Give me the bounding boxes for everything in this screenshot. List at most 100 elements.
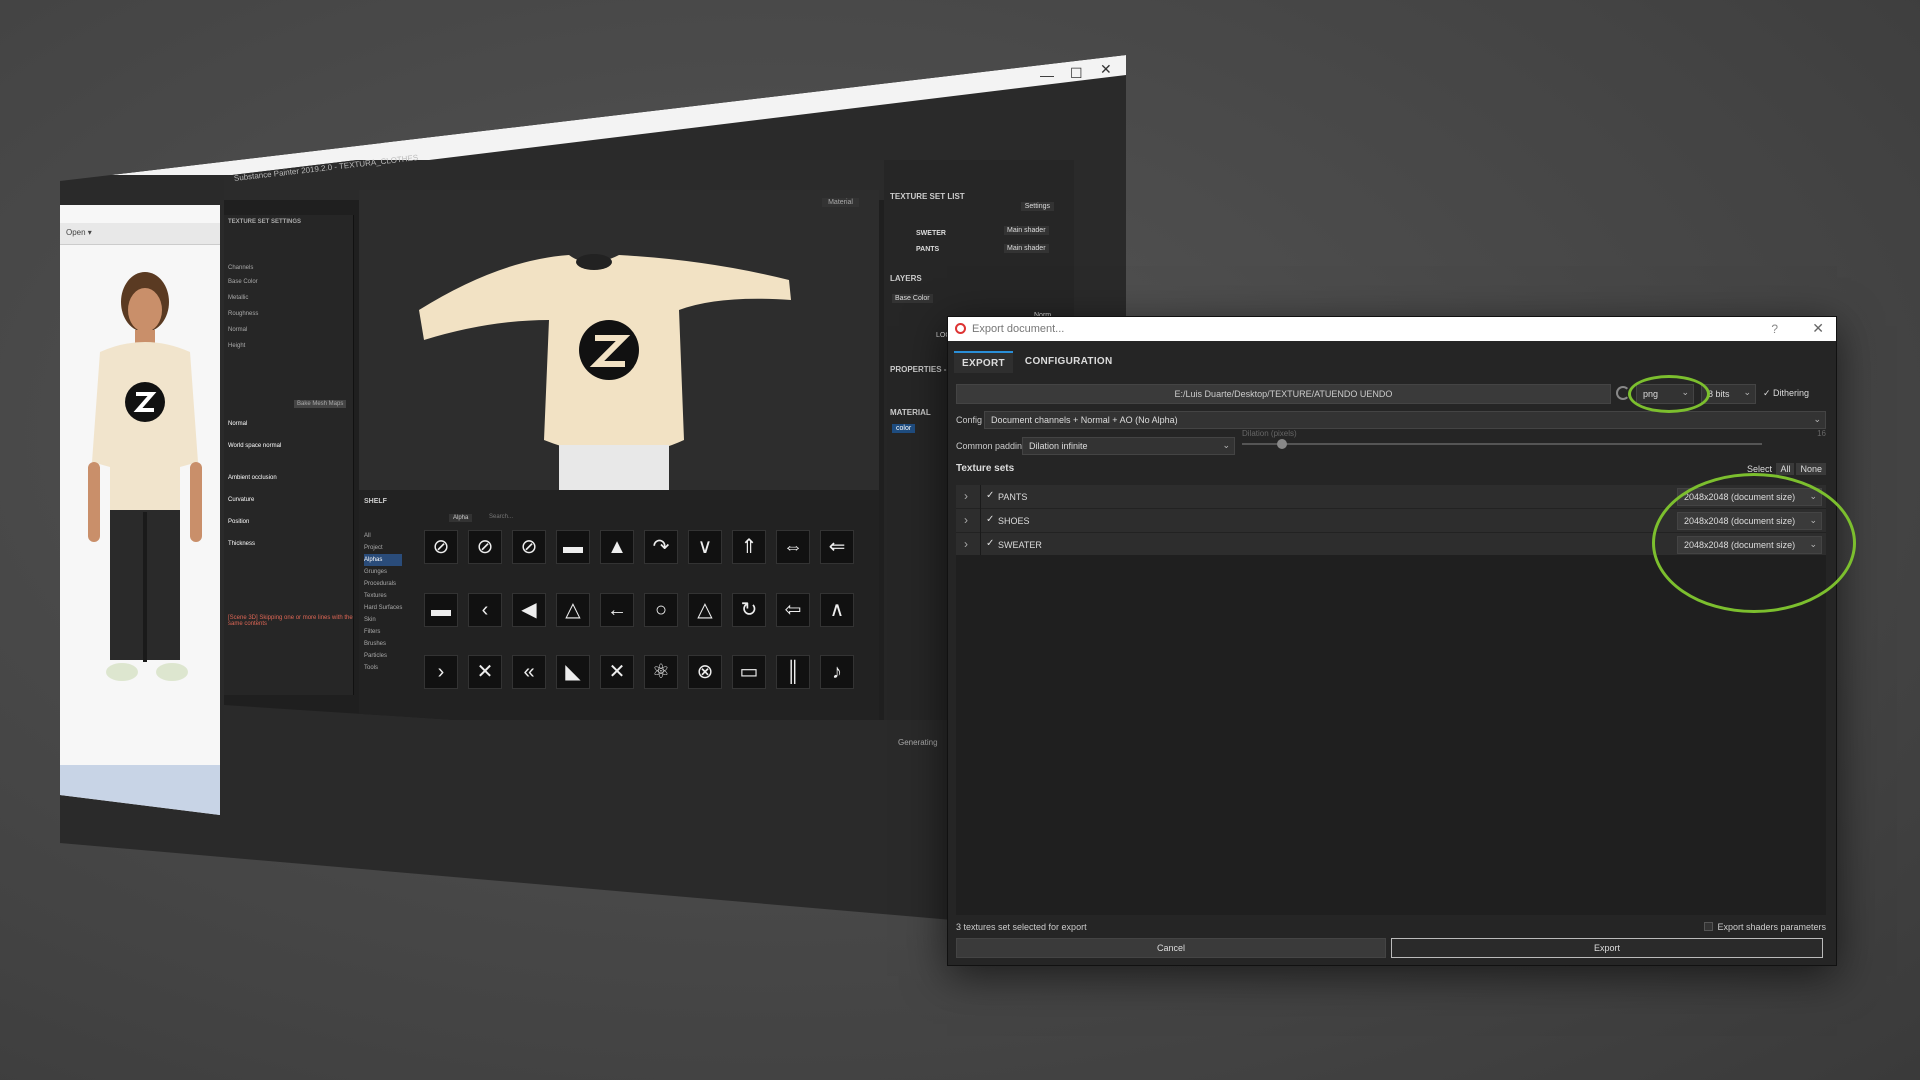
alpha-thumbnail[interactable]: ◣ xyxy=(556,655,590,690)
close-icon[interactable]: ✕ xyxy=(1812,320,1824,337)
alpha-thumbnail[interactable]: ∨ xyxy=(688,530,722,564)
alpha-thumbnail[interactable]: ∧ xyxy=(820,592,854,627)
alpha-thumbnail[interactable]: ↻ xyxy=(732,592,766,627)
alpha-thumbnail[interactable]: ║ xyxy=(776,655,810,690)
alpha-thumbnail[interactable]: ▬ xyxy=(556,530,590,564)
3d-viewport[interactable]: Material xyxy=(359,190,879,530)
select-none-button[interactable]: None xyxy=(1796,463,1826,475)
shelf-category[interactable]: Brushes xyxy=(364,638,402,650)
shelf-category[interactable]: Procedurals xyxy=(364,578,402,590)
alpha-thumbnail[interactable]: ⊗ xyxy=(688,655,722,690)
alpha-thumbnail[interactable]: ▭ xyxy=(732,655,766,690)
shader-select[interactable]: Main shader xyxy=(1004,244,1049,253)
shelf-category[interactable]: Tools xyxy=(364,662,402,674)
shelf-category[interactable]: Filters xyxy=(364,626,402,638)
map-item[interactable]: Curvature xyxy=(228,497,254,503)
settings-button[interactable]: Settings xyxy=(1020,202,1054,211)
viewport-mode-select[interactable]: Material xyxy=(822,198,859,207)
alpha-thumbnail[interactable]: ⊘ xyxy=(468,530,502,564)
shelf-search-input[interactable]: Search... xyxy=(489,514,513,520)
shelf-category[interactable]: Particles xyxy=(364,650,402,662)
shelf-category[interactable]: Textures xyxy=(364,590,402,602)
padding-value: Dilation infinite xyxy=(1029,441,1088,451)
alpha-thumbnail[interactable]: ⇔ xyxy=(776,530,810,564)
shelf-alpha-grid: ⊘ ⊘ ⊘ ▬ ▲ ↷ ∨ ⇑ ⇔ ⇐ ▬ ‹ ◀ △ ← ○ △ ↻ ⇦ ∧ … xyxy=(424,530,864,710)
alpha-thumbnail[interactable]: ▲ xyxy=(600,530,634,564)
bake-mesh-maps-button[interactable]: Bake Mesh Maps xyxy=(294,400,347,408)
texture-set-item[interactable]: SWETER xyxy=(916,230,946,237)
expand-icon[interactable]: › xyxy=(964,537,968,551)
alpha-thumbnail[interactable]: « xyxy=(512,655,546,690)
alpha-thumbnail[interactable]: ○ xyxy=(644,592,678,627)
alpha-thumbnail[interactable]: ♪ xyxy=(820,655,854,690)
alpha-thumbnail[interactable]: △ xyxy=(688,592,722,627)
dialog-tabs: EXPORT CONFIGURATION xyxy=(954,351,1121,373)
channel-item[interactable]: Height xyxy=(228,343,245,349)
maximize-icon[interactable]: ☐ xyxy=(1070,65,1083,82)
alpha-thumbnail[interactable]: ⊘ xyxy=(424,530,458,564)
shelf-category[interactable]: Grunges xyxy=(364,566,402,578)
alpha-thumbnail[interactable]: ⊘ xyxy=(512,530,546,564)
open-menu[interactable]: Open xyxy=(66,228,86,237)
dilation-slider[interactable] xyxy=(1242,439,1762,449)
map-item[interactable]: Position xyxy=(228,519,249,525)
alpha-thumbnail[interactable]: ✕ xyxy=(600,655,634,690)
dilation-label: Dilation (pixels) xyxy=(1242,429,1297,438)
output-path-field[interactable]: E:/Luis Duarte/Desktop/TEXTURE/ATUENDO U… xyxy=(956,384,1611,404)
cancel-button[interactable]: Cancel xyxy=(956,938,1386,958)
shelf-category[interactable]: Project xyxy=(364,542,402,554)
alpha-thumbnail[interactable]: ▬ xyxy=(424,592,458,627)
shelf-category[interactable]: Skin xyxy=(364,614,402,626)
checkbox-box[interactable] xyxy=(1704,922,1714,931)
texture-set-item[interactable]: PANTS xyxy=(916,246,939,253)
padding-select[interactable]: Dilation infinite ⌄ xyxy=(1022,437,1235,455)
minimize-icon[interactable]: — xyxy=(1040,67,1054,83)
shelf-category[interactable]: Hard Surfaces xyxy=(364,602,402,614)
alpha-thumbnail[interactable]: ← xyxy=(600,592,634,627)
panel-title: TEXTURE SET SETTINGS xyxy=(228,219,302,225)
slider-handle[interactable] xyxy=(1277,439,1287,449)
alpha-thumbnail[interactable]: ◀ xyxy=(512,592,546,627)
channel-item[interactable]: Metallic xyxy=(228,295,248,301)
dithering-checkbox[interactable]: ✓ Dithering xyxy=(1763,388,1809,399)
material-color-chip[interactable]: color xyxy=(892,424,916,433)
check-icon[interactable]: ✓ xyxy=(986,514,994,525)
layers-channel-select[interactable]: Base Color xyxy=(892,294,933,303)
export-button[interactable]: Export xyxy=(1391,938,1823,958)
alpha-thumbnail[interactable]: ✕ xyxy=(468,655,502,690)
chevron-down-icon: ⌄ xyxy=(1813,414,1821,424)
check-icon[interactable]: ✓ xyxy=(986,490,994,501)
alpha-thumbnail[interactable]: △ xyxy=(556,592,590,627)
select-all-button[interactable]: All xyxy=(1776,463,1795,475)
alpha-thumbnail[interactable]: › xyxy=(424,655,458,690)
alpha-thumbnail[interactable]: ⚛ xyxy=(644,655,678,690)
map-item[interactable]: Ambient occlusion xyxy=(228,475,277,481)
alpha-thumbnail[interactable]: ⇦ xyxy=(776,592,810,627)
expand-icon[interactable]: › xyxy=(964,513,968,527)
close-icon[interactable]: ✕ xyxy=(1100,61,1112,78)
config-select[interactable]: Document channels + Normal + AO (No Alph… xyxy=(984,411,1826,429)
shelf-category[interactable]: Alphas xyxy=(364,554,403,566)
alpha-thumbnail[interactable]: ⇑ xyxy=(732,530,766,564)
shelf-filter-chip[interactable]: Alpha xyxy=(449,514,473,522)
channel-item[interactable]: Base Color xyxy=(228,279,258,285)
tab-configuration[interactable]: CONFIGURATION xyxy=(1017,351,1121,373)
map-item[interactable]: World space normal xyxy=(228,443,281,449)
map-item[interactable]: Normal xyxy=(228,421,247,427)
material-title: MATERIAL xyxy=(890,408,931,417)
channel-item[interactable]: Normal xyxy=(228,327,247,333)
chevron-down-icon: ⌄ xyxy=(1222,440,1230,450)
export-shaders-checkbox[interactable]: Export shaders parameters xyxy=(1704,922,1826,932)
shelf-category[interactable]: All xyxy=(364,530,402,542)
shader-select[interactable]: Main shader xyxy=(1004,226,1049,235)
alpha-thumbnail[interactable]: ⇐ xyxy=(820,530,854,564)
map-item[interactable]: Thickness xyxy=(228,541,255,547)
check-icon[interactable]: ✓ xyxy=(986,538,994,549)
tab-export[interactable]: EXPORT xyxy=(954,351,1013,373)
channel-item[interactable]: Roughness xyxy=(228,311,258,317)
alpha-thumbnail[interactable]: ‹ xyxy=(468,592,502,627)
help-icon[interactable]: ? xyxy=(1771,322,1778,336)
expand-icon[interactable]: › xyxy=(964,489,968,503)
alpha-thumbnail[interactable]: ↷ xyxy=(644,530,678,564)
character-reference-image xyxy=(88,272,202,681)
